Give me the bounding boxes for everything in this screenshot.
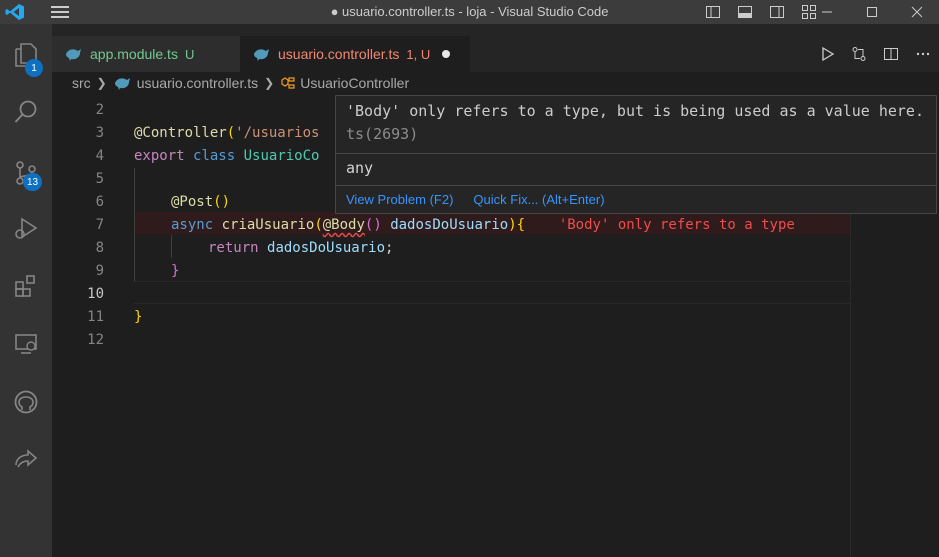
explorer-icon[interactable]: 1: [0, 31, 52, 79]
divider: [336, 185, 936, 186]
toggle-panel-icon[interactable]: [729, 2, 761, 22]
line-number: 2: [95, 102, 104, 118]
unsaved-dot-icon[interactable]: [442, 50, 451, 58]
line-number: 4: [95, 148, 104, 164]
minimize-icon[interactable]: [804, 0, 849, 24]
chevron-right-icon: ❯: [264, 76, 275, 90]
breadcrumb-file[interactable]: usuario.controller.ts: [137, 75, 258, 91]
code-line[interactable]: export class UsuarioCo: [134, 145, 319, 168]
hover-type-info: any: [346, 159, 374, 177]
run-and-debug-icon[interactable]: [0, 204, 52, 252]
source-control-badge: 13: [23, 173, 43, 191]
line-number: 6: [95, 194, 104, 210]
activity-bar: 1 13: [0, 24, 52, 557]
maximize-icon[interactable]: [849, 0, 894, 24]
line-number: 3: [95, 125, 104, 141]
hover-error-code: ts(2693): [346, 125, 419, 143]
line-number: 11: [87, 309, 104, 325]
tab-status: U: [184, 46, 195, 62]
nestjs-file-icon: [254, 49, 269, 61]
remote-explorer-icon[interactable]: [0, 320, 52, 368]
indent-guide: [171, 235, 172, 258]
extensions-icon[interactable]: [0, 262, 52, 310]
tab-status: 1, U: [406, 46, 431, 62]
current-line-highlight: [134, 281, 850, 304]
code-line[interactable]: }: [134, 306, 142, 329]
code-line[interactable]: @Controller('/usuarios: [134, 122, 319, 145]
indent-guide: [134, 168, 135, 281]
explorer-badge: 1: [25, 59, 43, 77]
class-symbol-icon: [281, 77, 295, 89]
toggle-secondary-sidebar-icon[interactable]: [761, 2, 793, 22]
tab-app-module[interactable]: app.module.ts U: [52, 36, 240, 72]
line-number: 7: [95, 217, 104, 233]
code-line[interactable]: }: [171, 260, 179, 283]
split-editor-icon[interactable]: [875, 42, 907, 66]
tab-usuario-controller[interactable]: usuario.controller.ts 1, U: [240, 36, 470, 72]
quick-fix-link[interactable]: Quick Fix... (Alt+Enter): [473, 192, 604, 207]
toggle-primary-sidebar-icon[interactable]: [697, 2, 729, 22]
breadcrumb-folder[interactable]: src: [72, 75, 91, 91]
title-bar: ● usuario.controller.ts - loja - Visual …: [0, 0, 939, 24]
chevron-right-icon: ❯: [96, 76, 107, 90]
view-problem-link[interactable]: View Problem (F2): [346, 192, 453, 207]
nestjs-file-icon: [66, 49, 81, 61]
editor-tabs: app.module.ts U usuario.controller.ts 1,…: [52, 24, 939, 72]
error-hover-popup: 'Body' only refers to a type, but is bei…: [335, 95, 937, 214]
more-actions-icon[interactable]: [907, 42, 939, 66]
run-file-icon[interactable]: [811, 42, 843, 66]
divider: [336, 153, 936, 154]
tab-label: usuario.controller.ts: [278, 46, 400, 62]
code-line[interactable]: @Post(): [171, 191, 230, 214]
inline-error-message: 'Body' only refers to a type: [558, 217, 795, 233]
open-changes-icon[interactable]: [843, 42, 875, 66]
line-number: 5: [95, 171, 104, 187]
breadcrumb-symbol[interactable]: UsuarioController: [300, 75, 409, 91]
nestjs-file-icon: [114, 78, 130, 90]
line-number: 9: [95, 263, 104, 279]
source-control-icon[interactable]: 13: [0, 149, 52, 197]
line-number: 8: [95, 240, 104, 256]
github-icon[interactable]: [0, 378, 52, 426]
tab-label: app.module.ts: [90, 46, 178, 62]
breadcrumb: src ❯ usuario.controller.ts ❯ UsuarioCon…: [52, 72, 939, 94]
close-icon[interactable]: [894, 0, 939, 24]
hover-message: 'Body' only refers to a type, but is bei…: [346, 102, 924, 143]
code-line[interactable]: return dadosDoUsuario;: [208, 237, 393, 260]
search-icon[interactable]: [0, 88, 52, 136]
live-share-icon[interactable]: [0, 435, 52, 483]
code-line-error[interactable]: async criaUsuario(@Body() dadosDoUsuario…: [171, 214, 795, 237]
line-number-active: 10: [87, 286, 104, 302]
line-number: 12: [87, 332, 104, 348]
